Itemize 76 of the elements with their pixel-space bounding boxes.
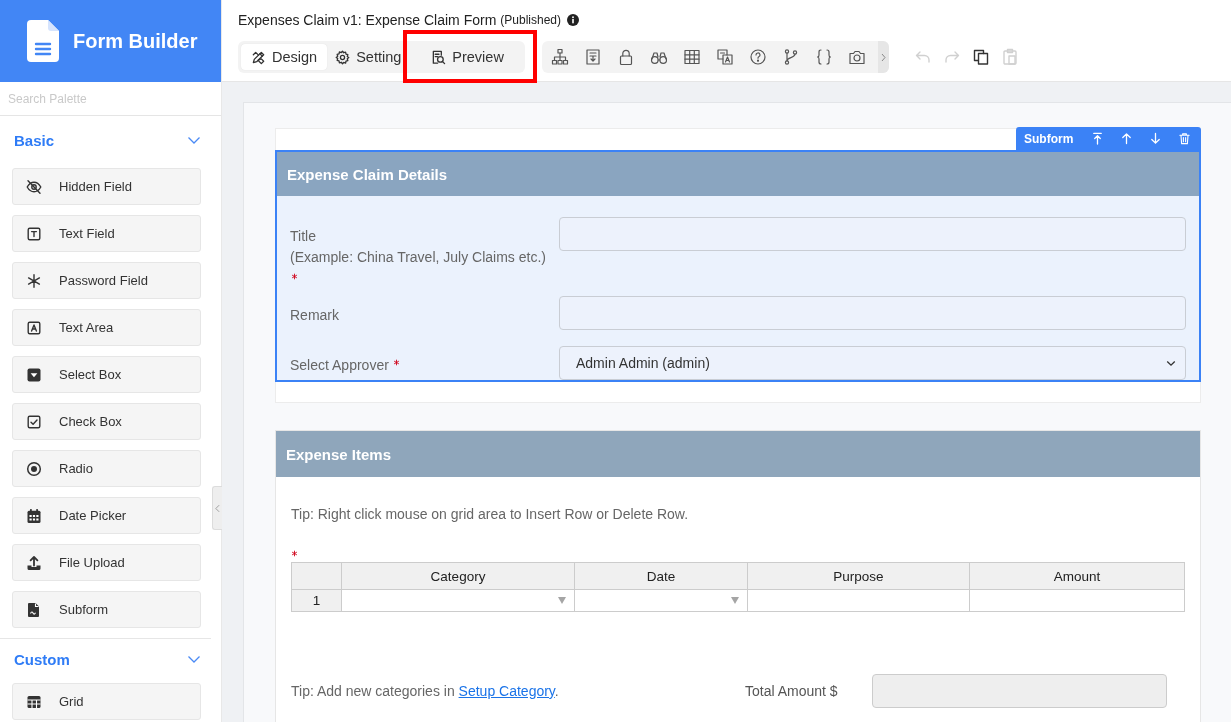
arrow-up-icon[interactable] (1120, 132, 1134, 145)
upload-icon (26, 554, 42, 571)
letter-a-square-icon (26, 319, 42, 336)
group-title[interactable]: Custom (14, 650, 70, 668)
copy-icon[interactable] (971, 48, 990, 66)
table-cell[interactable] (747, 589, 970, 612)
field-label: Select Approver (290, 357, 389, 373)
chevron-left-icon (215, 503, 220, 513)
eye-slash-icon (26, 178, 42, 195)
chevron-right-icon (880, 52, 886, 62)
document-chart-icon (26, 601, 42, 618)
palette-item[interactable]: Date Picker (12, 497, 201, 534)
radio-icon (26, 460, 42, 477)
dropdown-square-icon (26, 366, 42, 383)
column-header: Date (574, 562, 748, 590)
palette-item[interactable]: Radio (12, 450, 201, 487)
section-title: Expense Items (286, 445, 392, 463)
chevron-down-icon (1166, 360, 1176, 367)
table-cell[interactable] (341, 589, 575, 612)
help-icon[interactable] (748, 48, 767, 66)
tip-text: Tip: Right click mouse on grid area to Insert Row or Delete Row. (291, 505, 690, 523)
palette-item[interactable]: Subform (12, 591, 201, 628)
status-label: (Published) (500, 13, 561, 27)
column-header: Amount (969, 562, 1185, 590)
table-icon (26, 693, 42, 710)
tab[interactable]: Preview (405, 44, 522, 70)
pencil-ruler-icon (251, 49, 266, 65)
translate-icon[interactable] (715, 48, 734, 66)
input-field[interactable] (559, 296, 1186, 330)
curly-braces-icon[interactable] (814, 48, 833, 66)
table-cell[interactable] (574, 589, 748, 612)
document-lines-icon[interactable] (583, 48, 602, 66)
field-label: Title (290, 228, 316, 244)
palette-item[interactable]: Grid (12, 683, 201, 720)
palette-item[interactable]: Check Box (12, 403, 201, 440)
field-hint: (Example: China Travel, July Claims etc.) (290, 247, 547, 267)
trash-icon[interactable] (1178, 132, 1192, 145)
toolbar-label: Subform (1024, 131, 1074, 146)
palette-item[interactable]: Password Field (12, 262, 201, 299)
palette-item[interactable]: Text Area (12, 309, 201, 346)
app-title: Form Builder (73, 29, 198, 53)
document-search-icon (431, 49, 447, 65)
document-icon (27, 20, 59, 62)
palette-item[interactable]: Text Field (12, 215, 201, 252)
arrow-down-icon[interactable] (1149, 132, 1163, 145)
corner-cell (291, 562, 342, 590)
row-number: 1 (291, 589, 342, 612)
checkbox-icon (26, 413, 42, 430)
sitemap-icon[interactable] (550, 48, 569, 66)
field-label: Remark (290, 307, 339, 323)
letter-t-square-icon (26, 225, 42, 242)
group-title[interactable]: Basic (14, 131, 55, 149)
calendar-icon (26, 507, 42, 524)
palette-item[interactable]: Select Box (12, 356, 201, 393)
asterisk-icon (26, 272, 42, 289)
input-field[interactable] (559, 217, 1186, 251)
form-title: Expenses Claim v1: Expense Claim Form (238, 12, 497, 28)
move-to-top-icon[interactable] (1091, 132, 1105, 145)
tab[interactable]: Design (241, 44, 328, 70)
dropdown-triangle-icon[interactable] (558, 597, 566, 604)
setup-category-link[interactable]: Setup Category (458, 683, 555, 699)
section-title: Expense Claim Details (287, 165, 448, 183)
tab[interactable]: Setting (327, 44, 406, 70)
table-icon[interactable] (682, 48, 701, 66)
dropdown-triangle-icon[interactable] (731, 597, 739, 604)
select-field[interactable]: Admin Admin (admin) (559, 346, 1186, 380)
total-label: Total Amount $ (745, 683, 839, 699)
column-header: Category (341, 562, 575, 590)
column-header: Purpose (747, 562, 970, 590)
gear-icon (335, 49, 351, 65)
info-icon[interactable] (567, 14, 579, 26)
palette-item[interactable]: Hidden Field (12, 168, 201, 205)
tip-text: Tip: Add new categories in Setup Category. (291, 682, 560, 700)
palette-item[interactable]: File Upload (12, 544, 201, 581)
table-cell[interactable] (969, 589, 1185, 612)
camera-icon[interactable] (847, 48, 866, 66)
